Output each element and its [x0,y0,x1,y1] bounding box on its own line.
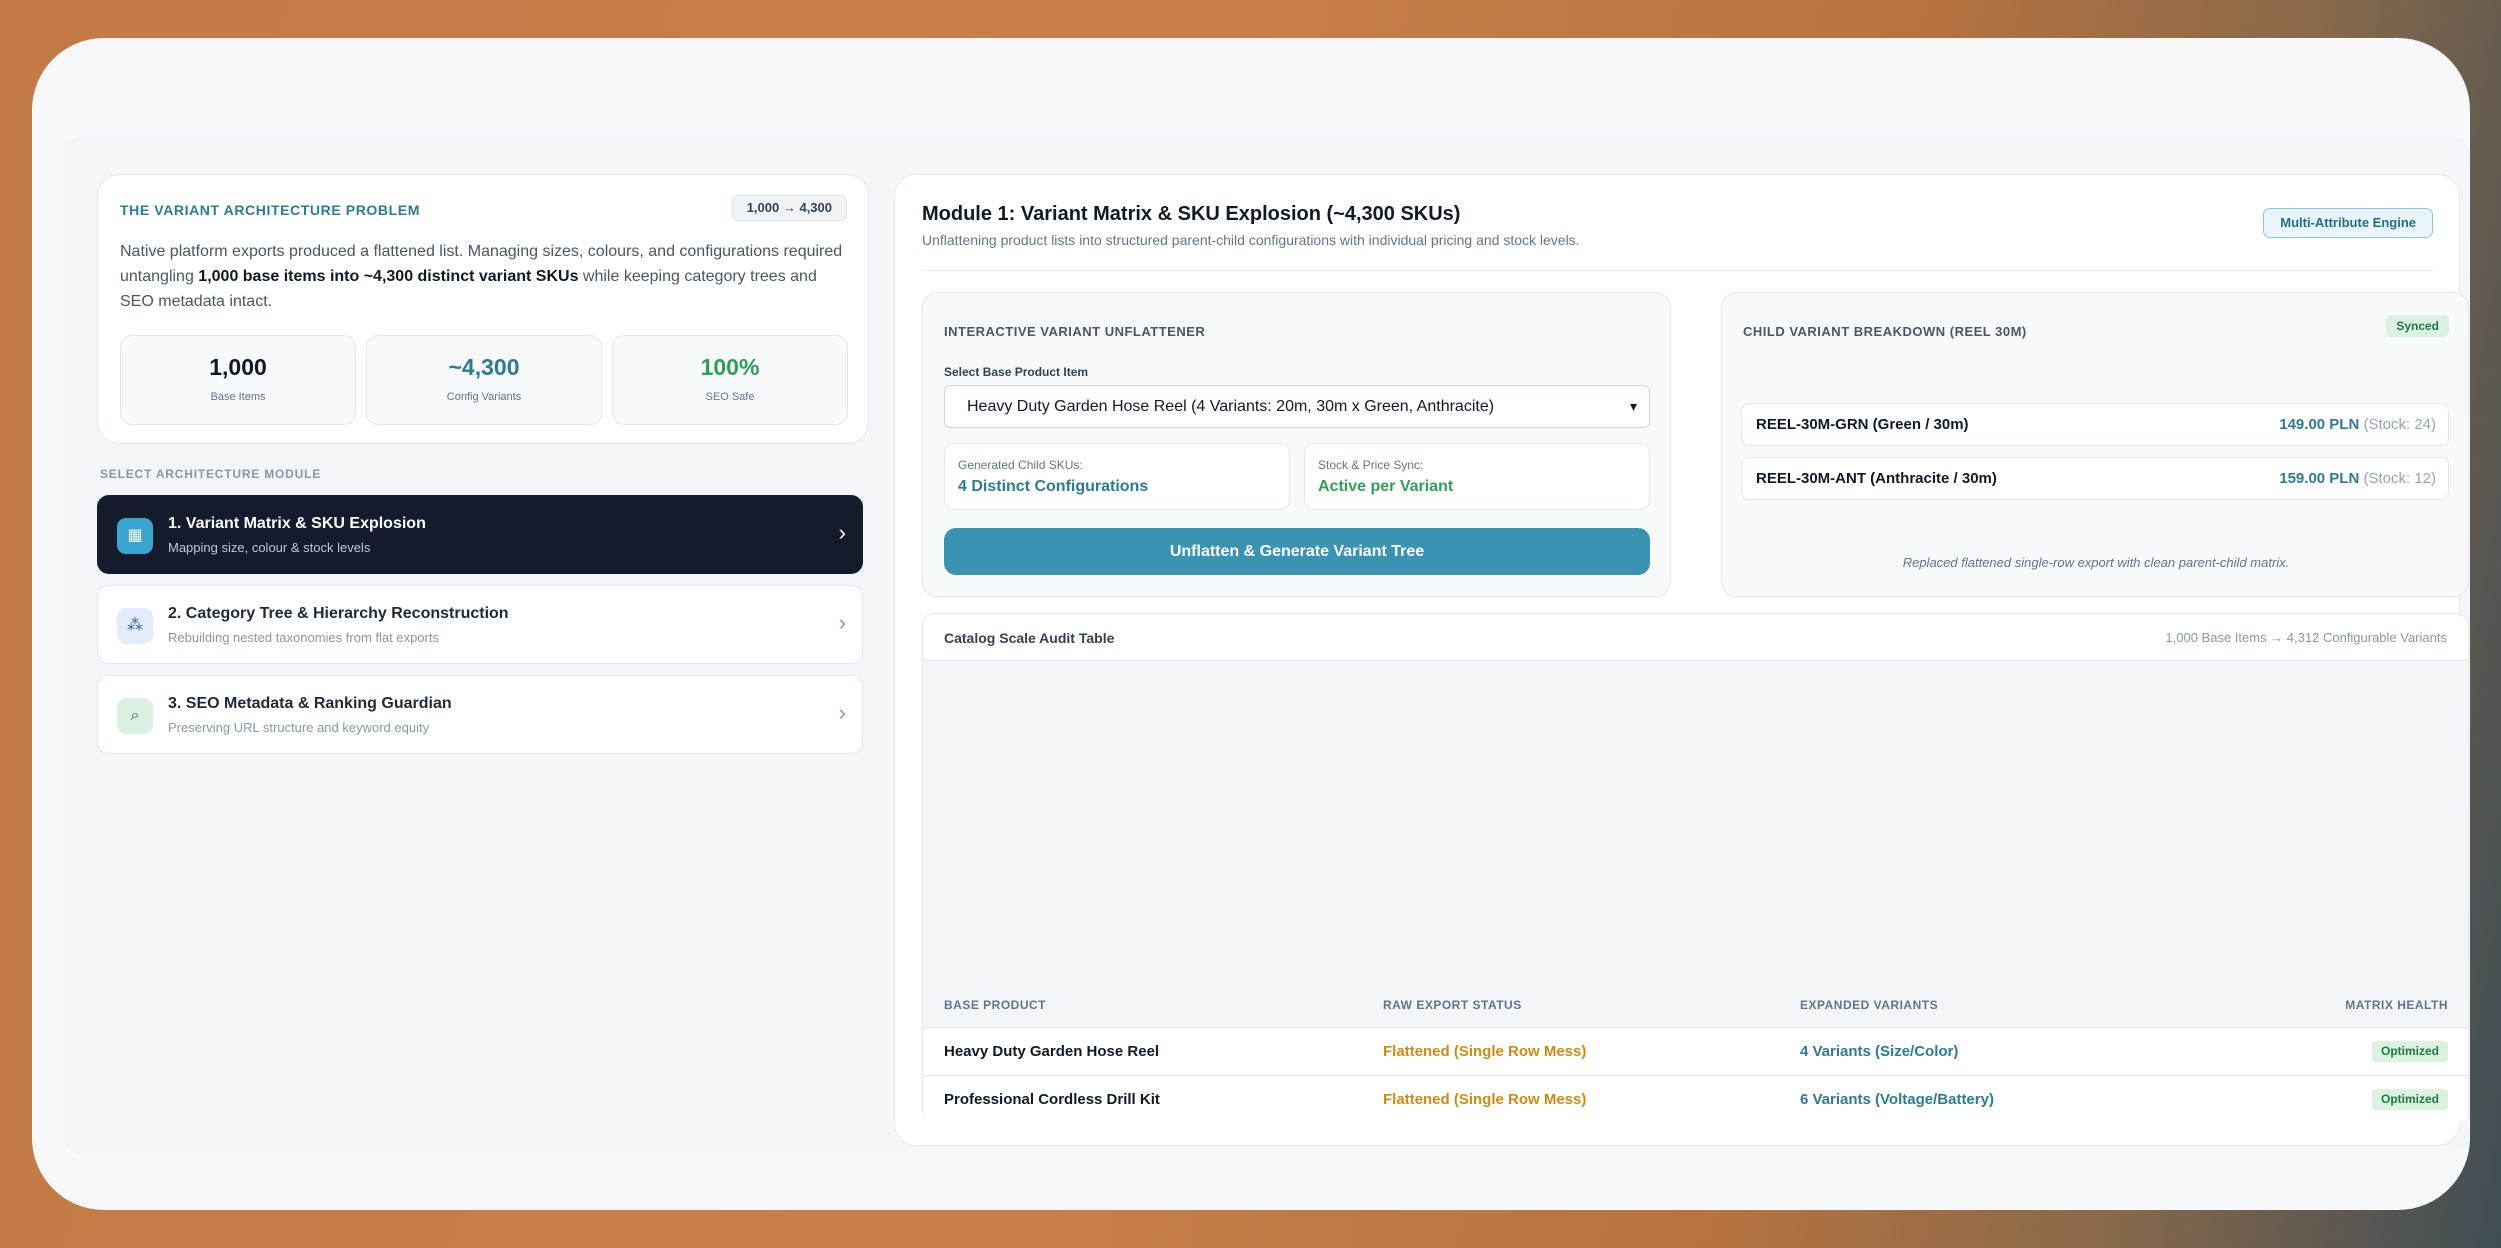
stat-config-variants: ~4,300 Config Variants [366,335,602,425]
select-label: Select Base Product Item [944,365,1089,379]
hierarchy-icon: ⁂ [117,608,153,644]
base-product-select[interactable]: Heavy Duty Garden Hose Reel (4 Variants:… [944,385,1650,428]
list-item: REEL-30M-GRN (Green / 30m) 149.00 PLN (S… [1741,403,2449,446]
stat-base-items: 1,000 Base Items [120,335,356,425]
unflatten-button[interactable]: Unflatten & Generate Variant Tree [944,528,1650,575]
divider [922,270,2434,271]
problem-highlight: 1,000 base items into ~4,300 distinct va… [198,268,579,285]
module-category-tree[interactable]: ⁂ 2. Category Tree & Hierarchy Reconstru… [97,585,863,664]
table-row: Heavy Duty Garden Hose Reel Flattened (S… [923,1027,2468,1075]
stock-sync-box: Stock & Price Sync: Active per Variant [1304,443,1650,510]
chevron-down-icon: ▾ [1629,398,1637,414]
page-subtitle: Unflattening product lists into structur… [922,232,1580,248]
module-seo-guardian[interactable]: ⌕ 3. SEO Metadata & Ranking Guardian Pre… [97,675,863,754]
generated-skus-box: Generated Child SKUs: 4 Distinct Configu… [944,443,1290,510]
engine-badge: Multi-Attribute Engine [2263,208,2433,238]
audit-table: Catalog Scale Audit Table 1,000 Base Ite… [922,613,2469,1123]
module-section-label: SELECT ARCHITECTURE MODULE [100,467,322,481]
chevron-right-icon: › [838,520,846,545]
list-item: REEL-30M-ANT (Anthracite / 30m) 159.00 P… [1741,457,2449,500]
table-row: Professional Cordless Drill Kit Flattene… [923,1075,2468,1123]
scale-badge: 1,000 → 4,300 [731,195,847,221]
app-frame: THE VARIANT ARCHITECTURE PROBLEM 1,000 →… [32,38,2470,1210]
status-badge: Synced [2386,315,2449,337]
chevron-right-icon: › [838,610,846,635]
stat-seo-safe: 100% SEO Safe [612,335,848,425]
problem-description: Native platform exports produced a flatt… [120,243,843,310]
breakdown-note: Replaced flattened single-row export wit… [1902,555,2290,570]
problem-title: THE VARIANT ARCHITECTURE PROBLEM [120,202,420,218]
content-area: THE VARIANT ARCHITECTURE PROBLEM 1,000 →… [62,136,2470,1154]
table-icon: ▦ [117,518,153,554]
search-icon: ⌕ [117,698,153,734]
chevron-right-icon: › [838,700,846,725]
problem-card: THE VARIANT ARCHITECTURE PROBLEM 1,000 →… [97,174,869,444]
child-variant-panel: CHILD VARIANT BREAKDOWN (REEL 30M) Synce… [1721,292,2469,597]
audit-header: Catalog Scale Audit Table 1,000 Base Ite… [923,614,2468,661]
status-badge: Optimized [2371,1089,2448,1110]
variant-unflattener-panel: INTERACTIVE VARIANT UNFLATTENER Select B… [922,292,1671,597]
module-detail-card: Module 1: Variant Matrix & SKU Explosion… [894,174,2469,1146]
status-badge: Optimized [2371,1041,2448,1062]
module-variant-matrix[interactable]: ▦ 1. Variant Matrix & SKU Explosion Mapp… [97,495,863,574]
page-title: Module 1: Variant Matrix & SKU Explosion… [922,203,1461,225]
table-header: BASE PRODUCT RAW EXPORT STATUS EXPANDED … [944,998,2448,1012]
